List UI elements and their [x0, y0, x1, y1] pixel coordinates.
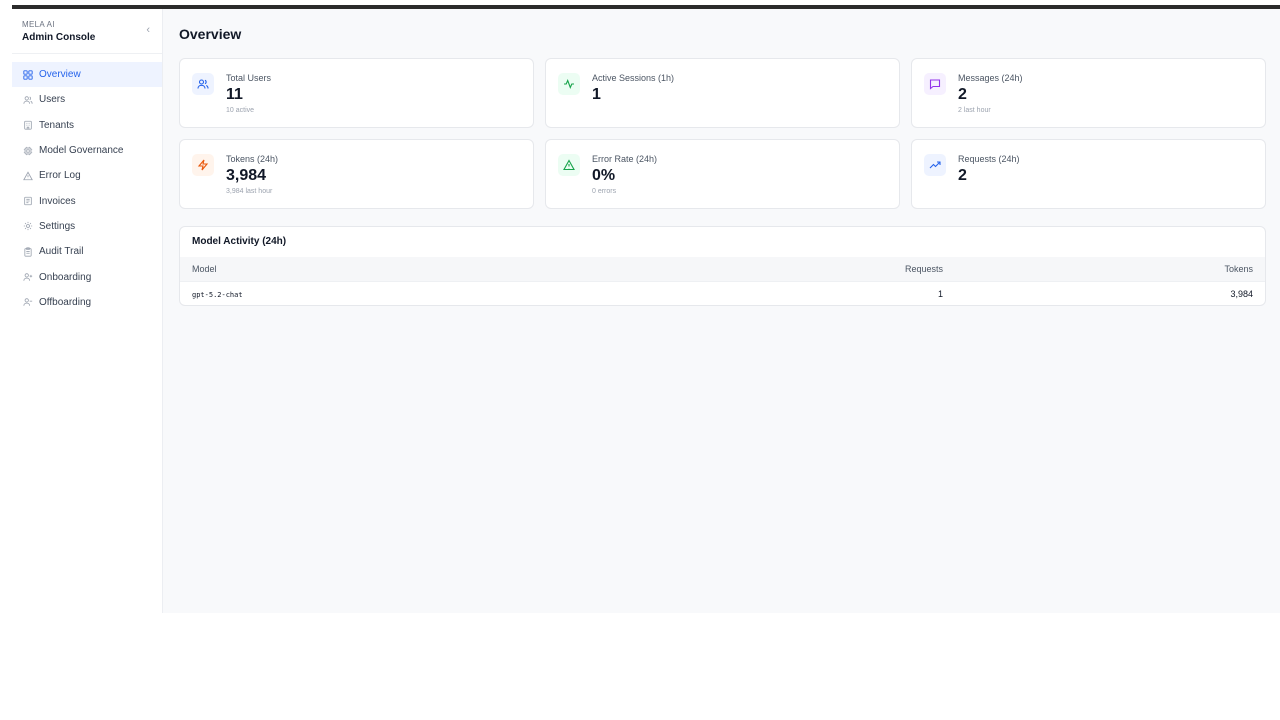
receipt-icon — [22, 196, 33, 207]
stat-subtext: 0 errors — [592, 188, 617, 195]
stat-value: 2 — [958, 86, 967, 103]
gear-icon — [22, 221, 33, 232]
stat-value: 3,984 — [226, 167, 267, 184]
sidebar-item-invoices[interactable]: Invoices — [12, 188, 162, 213]
stat-card-messages: Messages (24h) 2 2 last hour — [911, 58, 1266, 128]
model-activity-panel: Model Activity (24h) Model Requests Toke… — [179, 226, 1266, 306]
stat-card-active-sessions: Active Sessions (1h) 1 — [545, 58, 900, 128]
brand-subtitle: MELA AI — [22, 20, 55, 29]
stat-subtext: 10 active — [226, 107, 255, 114]
sidebar-item-label: Onboarding — [39, 271, 92, 283]
collapse-sidebar-button[interactable]: ‹ — [146, 25, 150, 36]
sidebar-item-audit-trail[interactable]: Audit Trail — [12, 239, 162, 264]
sidebar-nav: Overview Users Tenants Model Governance — [12, 54, 162, 315]
page-title: Overview — [179, 26, 242, 42]
stat-value: 11 — [226, 86, 243, 103]
sidebar-item-error-log[interactable]: Error Log — [12, 163, 162, 188]
sidebar-item-label: Users — [39, 94, 66, 106]
building-icon — [22, 120, 33, 131]
sidebar-item-label: Error Log — [39, 170, 81, 182]
app-shell: MELA AI Admin Console ‹ Overview Users T… — [12, 9, 1280, 613]
warning-icon — [22, 170, 33, 181]
stat-card-error-rate: Error Rate (24h) 0% 0 errors — [545, 139, 900, 209]
stat-label: Requests (24h) — [958, 154, 1020, 164]
trending-up-icon — [924, 154, 946, 176]
users-icon — [22, 94, 33, 105]
stat-label: Active Sessions (1h) — [592, 73, 675, 83]
column-header-tokens: Tokens — [1224, 264, 1253, 274]
sidebar-item-tenants[interactable]: Tenants — [12, 113, 162, 138]
sidebar-item-model-governance[interactable]: Model Governance — [12, 138, 162, 163]
stat-subtext: 3,984 last hour — [226, 188, 273, 195]
sidebar-item-label: Tenants — [39, 119, 75, 131]
table-row: gpt-5.2-chat 1 3,984 — [180, 281, 1265, 305]
tokens-cell: 3,984 — [1230, 289, 1253, 299]
stat-card-tokens: Tokens (24h) 3,984 3,984 last hour — [179, 139, 534, 209]
stat-value: 2 — [958, 167, 967, 184]
sidebar-item-onboarding[interactable]: Onboarding — [12, 264, 162, 289]
stat-label: Messages (24h) — [958, 73, 1023, 83]
table-header: Model Requests Tokens — [180, 257, 1265, 281]
users-icon — [192, 73, 214, 95]
brand-title: Admin Console — [22, 32, 96, 43]
requests-cell: 1 — [937, 289, 943, 299]
message-icon — [924, 73, 946, 95]
stat-value: 1 — [592, 86, 601, 103]
cpu-icon — [22, 145, 33, 156]
brand-header: MELA AI Admin Console ‹ — [12, 9, 162, 54]
stat-label: Total Users — [226, 73, 272, 83]
activity-icon — [558, 73, 580, 95]
sidebar-item-label: Audit Trail — [39, 246, 84, 258]
model-name-cell: gpt-5.2-chat — [192, 291, 243, 299]
sidebar-item-label: Overview — [39, 69, 81, 81]
sidebar-item-settings[interactable]: Settings — [12, 214, 162, 239]
column-header-model: Model — [192, 264, 217, 274]
user-plus-icon — [22, 272, 33, 283]
sidebar-item-offboarding[interactable]: Offboarding — [12, 290, 162, 315]
user-minus-icon — [22, 297, 33, 308]
grid-icon — [22, 69, 33, 80]
sidebar-item-overview[interactable]: Overview — [12, 62, 162, 88]
column-header-requests: Requests — [904, 264, 943, 274]
warning-icon — [558, 154, 580, 176]
zap-icon — [192, 154, 214, 176]
sidebar-item-label: Model Governance — [39, 145, 124, 157]
stat-value: 0% — [592, 167, 616, 184]
sidebar-item-users[interactable]: Users — [12, 87, 162, 112]
clipboard-icon — [22, 246, 33, 257]
main-content: Overview Total Users 11 10 active Active… — [163, 9, 1280, 613]
sidebar-item-label: Offboarding — [39, 296, 92, 308]
sidebar: MELA AI Admin Console ‹ Overview Users T… — [12, 9, 163, 613]
stat-card-requests: Requests (24h) 2 — [911, 139, 1266, 209]
model-activity-title: Model Activity (24h) — [192, 236, 287, 247]
sidebar-item-label: Invoices — [39, 195, 76, 207]
sidebar-item-label: Settings — [39, 220, 76, 232]
stat-subtext: 2 last hour — [958, 107, 991, 114]
stat-label: Error Rate (24h) — [592, 154, 658, 164]
stat-label: Tokens (24h) — [226, 154, 279, 164]
stat-card-total-users: Total Users 11 10 active — [179, 58, 534, 128]
